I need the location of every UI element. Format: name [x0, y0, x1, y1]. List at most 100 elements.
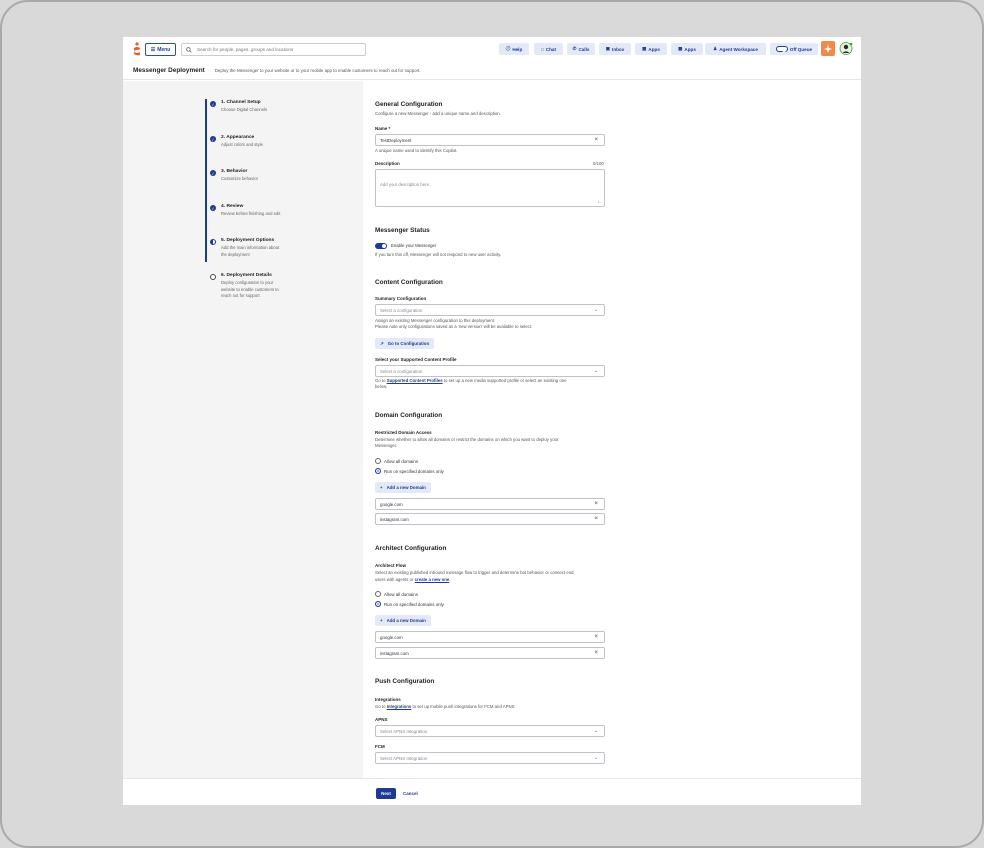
domain-value: instagram.com [380, 516, 409, 522]
name-value: TestDeployment [380, 137, 412, 143]
content-profile-help: Go to Supported Content Profiles to set … [375, 378, 615, 384]
apns-placeholder: Select APNS Integration [380, 728, 428, 734]
resize-handle-icon[interactable]: ∟ [597, 199, 602, 205]
off-queue-button[interactable]: Off Queue [770, 43, 818, 55]
add-domain-label: Add a new Domain [386, 485, 426, 490]
messenger-status-title: Messenger Status [375, 227, 430, 234]
supported-content-profiles-link[interactable]: Supported Content Profiles [387, 378, 443, 383]
form-footer: Next Cancel [123, 778, 861, 805]
notification-avatar[interactable] [821, 41, 835, 56]
architect-domain-input[interactable]: instagram.com × [375, 647, 605, 659]
content-profile-select[interactable]: Select a configuration ⌄ [375, 365, 605, 377]
step-label: 1. Channel Setup [221, 100, 261, 105]
apns-label: APNS [375, 717, 388, 722]
architect-specified-radio[interactable]: Run on specified domains only [375, 601, 444, 607]
plus-icon: + [380, 485, 383, 490]
chevron-down-icon: ⌄ [593, 368, 598, 374]
summary-config-label: Summary Configuration [375, 296, 427, 301]
integrations-help: Go to Integrations to set up mobile push… [375, 704, 515, 710]
hamburger-icon: ☰ [150, 46, 156, 53]
integrations-link[interactable]: Integrations [387, 704, 412, 709]
chevron-down-icon: ⌄ [593, 728, 598, 734]
architect-add-domain-button[interactable]: + Add a new Domain [375, 615, 431, 626]
stepper-progress-line [205, 99, 207, 262]
help-button[interactable]: ⓘ Help [499, 43, 529, 55]
sparkle-icon [824, 44, 832, 53]
menu-label: Menu [157, 46, 171, 53]
fcm-select[interactable]: Select APNS Integration ⌄ [375, 752, 605, 764]
help-text: users with agents or [375, 577, 415, 582]
domain-value: google.com [380, 501, 403, 507]
domain-input[interactable]: google.com × [375, 498, 605, 510]
apps-label: Apps [648, 46, 660, 52]
off-queue-label: Off Queue [789, 46, 813, 52]
apns-select[interactable]: Select APNS Integration ⌄ [375, 725, 605, 737]
external-link-icon: ↗ [380, 340, 384, 346]
chat-button[interactable]: □ Chat [534, 43, 563, 55]
empty-circle-icon [210, 274, 216, 280]
architect-flow-desc-1: Select an existing published inbound mes… [375, 570, 574, 575]
summary-config-placeholder: Select a configuration [380, 307, 423, 313]
step-sublabel: Adjust colors and style [221, 142, 263, 147]
apps-icon: ▦ [678, 46, 683, 51]
specified-domains-label: Run on specified domains only [384, 468, 444, 474]
clear-icon[interactable]: × [594, 516, 598, 522]
specified-domains-radio[interactable]: Run on specified domains only [375, 468, 444, 474]
inbox-label: Inbox [612, 46, 625, 52]
architect-domain-input[interactable]: google.com × [375, 631, 605, 643]
specified-domains-label: Run on specified domains only [384, 601, 444, 607]
step-sublabel: Review before finishing and edit [221, 211, 281, 216]
radio-unselected-icon [375, 591, 381, 597]
plus-icon: + [380, 618, 383, 623]
page-title: Messenger Deployment [133, 67, 205, 74]
create-new-flow-link[interactable]: create a new one [415, 577, 450, 582]
summary-config-select[interactable]: Select a configuration ⌄ [375, 304, 605, 316]
top-bar: ☰ Menu Search for people, pages, groups … [123, 37, 861, 61]
domain-value: instagram.com [380, 650, 409, 656]
enable-messenger-toggle[interactable] [375, 243, 387, 250]
allow-all-domains-label: Allow all domains [384, 458, 418, 464]
next-button[interactable]: Next [376, 788, 396, 799]
inbox-button[interactable]: ▣ Inbox [599, 43, 631, 55]
restricted-domain-desc-2: Messenger. [375, 443, 398, 448]
architect-allow-all-radio[interactable]: Allow all domains [375, 591, 418, 597]
allow-all-domains-radio[interactable]: Allow all domains [375, 458, 418, 464]
help-text: Go to [375, 378, 387, 383]
apps-button-2[interactable]: ▦ Apps [671, 43, 703, 55]
clear-icon[interactable]: × [594, 137, 598, 143]
name-help: A unique name used to identify this Copi… [375, 148, 458, 153]
menu-button[interactable]: ☰ Menu [145, 43, 176, 56]
description-textarea[interactable]: Add your description here... ∟ [375, 169, 605, 207]
radio-unselected-icon [375, 458, 381, 464]
add-domain-button[interactable]: + Add a new Domain [375, 482, 431, 493]
agent-workspace-label: Agent Workspace [719, 46, 758, 52]
step-sublabel: Add the main information about the deplo… [221, 245, 280, 257]
go-to-configuration-button[interactable]: ↗ Go to Configuration [375, 338, 435, 349]
check-circle-icon: ✓ [210, 136, 216, 142]
calls-button[interactable]: ✆ Calls [567, 43, 595, 55]
push-config-title: Push Configuration [375, 678, 435, 685]
cancel-button[interactable]: Cancel [403, 788, 418, 799]
domain-input[interactable]: instagram.com × [375, 513, 605, 525]
general-config-title: General Configuration [375, 101, 443, 108]
stepper-pane [123, 81, 363, 778]
chat-label: Chat [545, 46, 556, 52]
restricted-domain-desc-1: Determine whether to allow all domains o… [375, 437, 559, 442]
clear-icon[interactable]: × [594, 501, 598, 507]
general-config-desc: Configure a new Messenger - add a unique… [375, 111, 501, 116]
radio-selected-icon [375, 601, 381, 607]
help-text: Go to [375, 704, 387, 709]
allow-all-domains-label: Allow all domains [384, 591, 418, 597]
apps-button[interactable]: ▦ Apps [635, 43, 667, 55]
go-to-configuration-label: Go to Configuration [387, 341, 430, 346]
agent-workspace-button[interactable]: ♟ Agent Workspace [705, 43, 766, 55]
enable-messenger-toggle-row: Enable your Messenger [375, 243, 436, 250]
architect-flow-desc-2: users with agents or create a new one. [375, 577, 451, 583]
clear-icon[interactable]: × [594, 634, 598, 640]
clear-icon[interactable]: × [594, 650, 598, 656]
description-counter: 0/100 [593, 161, 604, 166]
user-avatar[interactable] [839, 41, 853, 56]
global-search-input[interactable]: Search for people, pages, groups and loc… [181, 43, 366, 56]
name-input[interactable]: TestDeployment × [375, 134, 605, 146]
check-circle-icon: ✓ [210, 170, 216, 176]
